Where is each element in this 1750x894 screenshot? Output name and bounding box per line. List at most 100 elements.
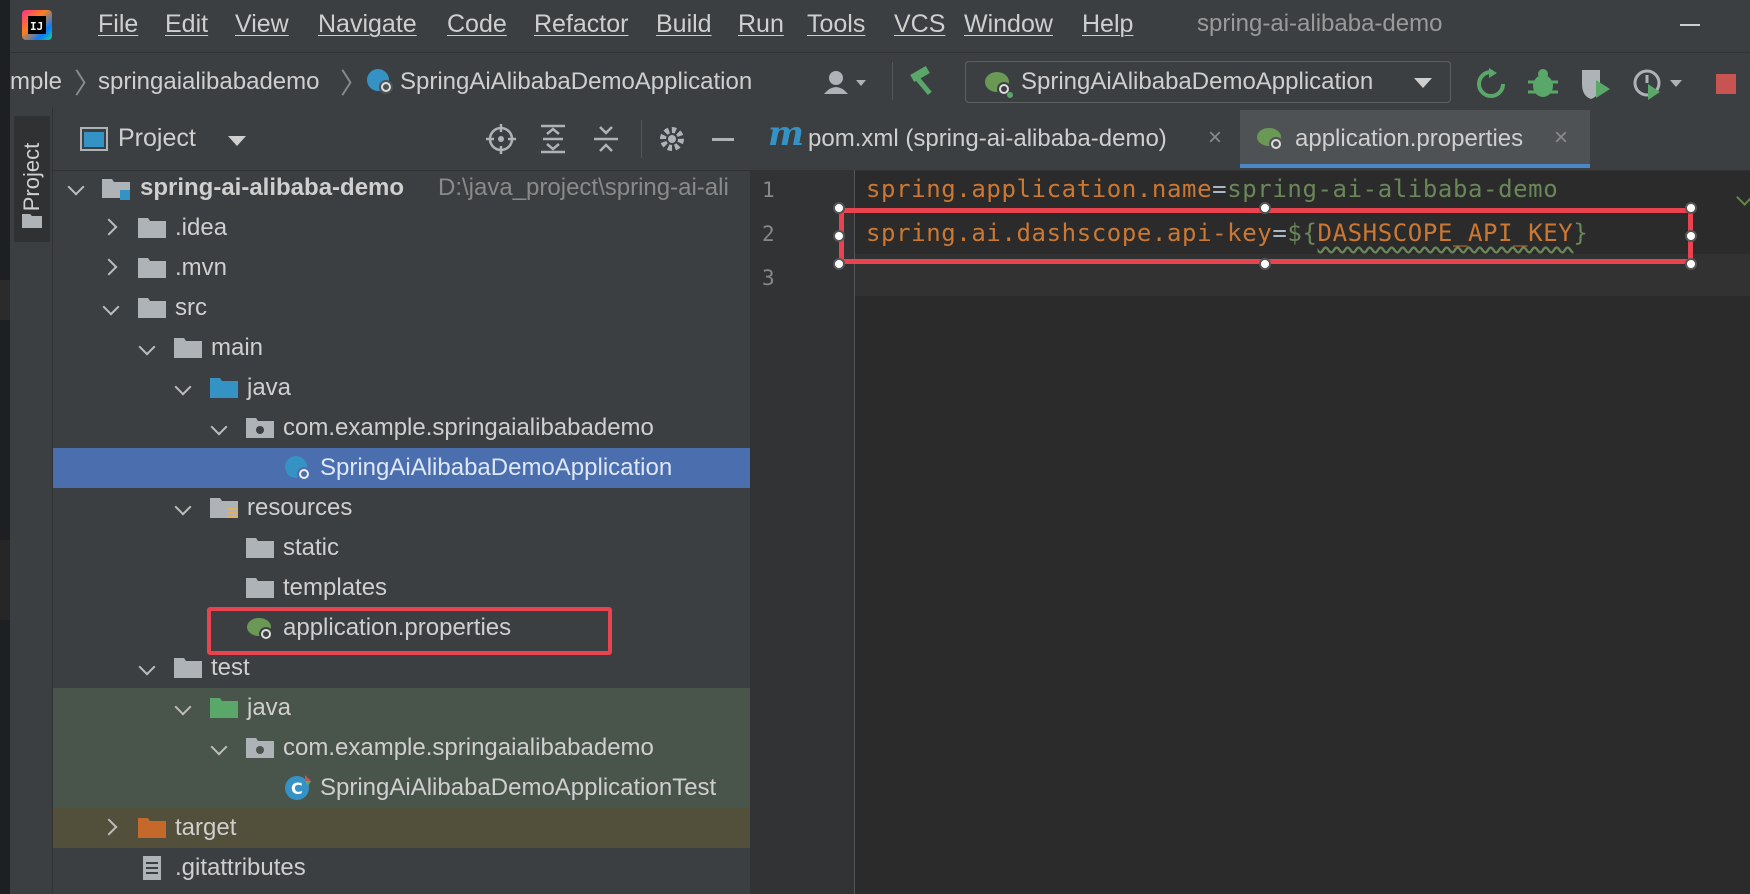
stop-icon[interactable]	[1716, 74, 1736, 94]
tree-item-main-class[interactable]: SpringAiAlibabaDemoApplication	[53, 448, 750, 488]
tree-item-project-root[interactable]: spring-ai-alibaba-demo D:\java_project\s…	[53, 168, 750, 208]
tree-item-target[interactable]: target	[53, 808, 750, 848]
tree-item-package[interactable]: com.example.springaialibabademo	[53, 408, 750, 448]
menu-window[interactable]: Window	[964, 10, 1053, 39]
folder-icon	[246, 536, 274, 558]
desktop-edge	[0, 0, 10, 894]
hide-panel-icon[interactable]	[712, 138, 734, 141]
chevron-down-icon[interactable]	[174, 378, 192, 396]
equals-sign: =	[1212, 175, 1228, 203]
menu-file[interactable]: File	[98, 10, 138, 39]
menu-edit[interactable]: Edit	[165, 10, 208, 39]
breadcrumb-separator: 〉	[340, 68, 369, 99]
menu-build[interactable]: Build	[656, 10, 712, 39]
tree-label: .idea	[175, 214, 228, 241]
menu-help[interactable]: Help	[1082, 10, 1133, 39]
build-hammer-icon[interactable]	[907, 64, 941, 98]
tab-label: pom.xml (spring-ai-alibaba-demo)	[808, 125, 1167, 152]
tab-label: application.properties	[1295, 125, 1524, 152]
tree-label: target	[175, 814, 237, 841]
resize-handle[interactable]	[1259, 258, 1271, 270]
tree-label: com.example.springaialibabademo	[283, 734, 654, 761]
property-key: spring.application.name	[866, 175, 1213, 203]
tree-label: java	[247, 694, 292, 721]
breadcrumb-package[interactable]: springaialibabademo	[98, 68, 319, 96]
spring-properties-icon	[1257, 128, 1283, 151]
chevron-right-icon[interactable]	[100, 258, 118, 276]
chevron-down-icon[interactable]	[102, 298, 120, 316]
profiler-icon[interactable]	[1632, 66, 1688, 102]
property-value: spring-ai-alibaba-demo	[1227, 175, 1559, 203]
tree-item-test-package[interactable]: com.example.springaialibabademo	[53, 728, 750, 768]
menu-view[interactable]: View	[235, 10, 289, 39]
minimize-button[interactable]	[1680, 24, 1700, 26]
chevron-down-icon[interactable]	[67, 178, 85, 196]
menu-run[interactable]: Run	[738, 10, 784, 39]
window-title: spring-ai-alibaba-demo	[1197, 10, 1443, 37]
excluded-folder-icon	[138, 816, 166, 838]
tree-item-templates[interactable]: templates	[53, 568, 750, 608]
tree-item-java[interactable]: java	[53, 368, 750, 408]
menu-code[interactable]: Code	[447, 10, 507, 39]
close-icon[interactable]: ×	[1554, 124, 1568, 152]
folder-icon	[138, 256, 166, 278]
tab-application-properties[interactable]: application.properties ×	[1240, 110, 1590, 168]
tree-item-test[interactable]: test	[53, 648, 750, 688]
code-line-1[interactable]: spring.application.name=spring-ai-alibab…	[866, 175, 1558, 203]
debug-bug-icon[interactable]	[1526, 66, 1560, 100]
resize-handle[interactable]	[833, 258, 845, 270]
run-with-coverage-icon[interactable]	[1578, 66, 1614, 102]
breadcrumb-class[interactable]: SpringAiAlibabaDemoApplication	[400, 68, 752, 96]
chevron-down-icon[interactable]	[138, 338, 156, 356]
run-configuration-label: SpringAiAlibabaDemoApplication	[1021, 68, 1374, 95]
chevron-down-icon[interactable]	[138, 658, 156, 676]
annotation-selection-box[interactable]	[839, 208, 1693, 264]
folder-icon	[174, 656, 202, 678]
collapse-all-icon[interactable]	[592, 124, 620, 154]
chevron-right-icon[interactable]	[100, 218, 118, 236]
tree-label: main	[211, 334, 264, 361]
tree-item-mvn[interactable]: .mvn	[53, 248, 750, 288]
menu-vcs[interactable]: VCS	[894, 10, 945, 39]
resources-folder-icon	[210, 496, 238, 518]
tree-item-src[interactable]: src	[53, 288, 750, 328]
chevron-right-icon[interactable]	[100, 818, 118, 836]
close-icon[interactable]: ×	[1208, 124, 1222, 152]
expand-all-icon[interactable]	[539, 124, 567, 154]
tree-item-test-class[interactable]: C SpringAiAlibabaDemoApplicationTest	[53, 768, 750, 808]
spring-boot-class-icon	[285, 456, 311, 481]
inspection-ok-icon[interactable]	[1736, 186, 1750, 206]
tree-item-static[interactable]: static	[53, 528, 750, 568]
chevron-down-icon[interactable]	[174, 698, 192, 716]
project-panel-title[interactable]: Project	[118, 124, 196, 153]
chevron-down-icon[interactable]	[174, 498, 192, 516]
resize-handle[interactable]	[1259, 202, 1271, 214]
tab-pom-xml[interactable]: m pom.xml (spring-ai-alibaba-demo) ×	[752, 110, 1238, 168]
resize-handle[interactable]	[1685, 230, 1697, 242]
menu-navigate[interactable]: Navigate	[318, 10, 417, 39]
resize-handle[interactable]	[833, 202, 845, 214]
chevron-down-icon[interactable]	[210, 418, 228, 436]
chevron-down-icon[interactable]	[228, 136, 246, 146]
folder-icon	[138, 216, 166, 238]
tree-item-test-java[interactable]: java	[53, 688, 750, 728]
tree-item-main[interactable]: main	[53, 328, 750, 368]
resize-handle[interactable]	[1685, 202, 1697, 214]
resize-handle[interactable]	[1685, 258, 1697, 270]
intellij-logo-icon[interactable]: IJ	[22, 10, 52, 40]
package-icon	[246, 416, 274, 438]
tree-item-resources[interactable]: resources	[53, 488, 750, 528]
folder-icon	[22, 214, 42, 228]
menu-refactor[interactable]: Refactor	[534, 10, 628, 39]
user-icon[interactable]	[822, 68, 870, 98]
menu-tools[interactable]: Tools	[807, 10, 865, 39]
rerun-icon[interactable]	[1475, 68, 1507, 100]
tree-item-gitattributes[interactable]: .gitattributes	[53, 848, 750, 888]
tree-path: D:\java_project\spring-ai-ali	[438, 174, 729, 201]
tree-item-idea[interactable]: .idea	[53, 208, 750, 248]
locate-target-icon[interactable]	[486, 124, 516, 154]
chevron-down-icon[interactable]	[210, 738, 228, 756]
breadcrumb-project[interactable]: mple	[10, 68, 62, 96]
gear-icon[interactable]	[657, 124, 687, 154]
resize-handle[interactable]	[833, 230, 845, 242]
